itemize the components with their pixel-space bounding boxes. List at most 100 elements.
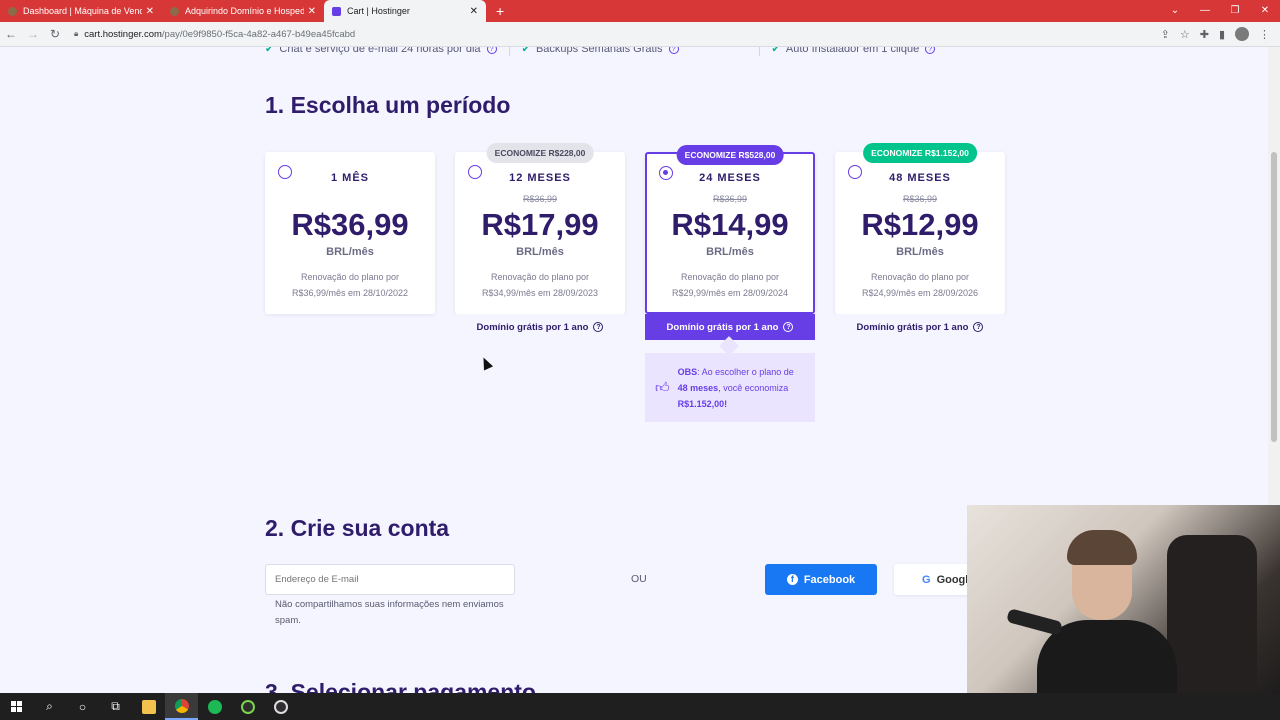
- tab-title: Cart | Hostinger: [347, 6, 410, 16]
- google-icon: G: [922, 573, 931, 586]
- hostinger-favicon-icon: [332, 6, 341, 16]
- search-icon[interactable]: ⌕: [33, 693, 66, 720]
- help-icon[interactable]: ?: [668, 47, 679, 54]
- plan-renewal: Renovação do plano por R$36,99/mês em 28…: [291, 272, 409, 298]
- bookmark-star-icon[interactable]: ☆: [1180, 28, 1190, 41]
- plan-renewal: Renovação do plano por R$24,99/mês em 28…: [861, 272, 979, 298]
- savings-badge: ECONOMIZE R$228,00: [486, 143, 594, 163]
- close-window-icon[interactable]: ✕: [1250, 0, 1280, 22]
- obs-label: OBS: [677, 366, 698, 377]
- share-icon[interactable]: ⇪: [1161, 28, 1170, 41]
- help-icon[interactable]: ?: [925, 47, 936, 54]
- check-icon: ✔: [265, 47, 274, 55]
- obs-studio-icon[interactable]: [264, 693, 297, 720]
- tab-dominio[interactable]: Adquirindo Domínio e Hospedage ✕: [162, 0, 324, 22]
- url-host: cart.hostinger.com: [84, 28, 162, 40]
- profile-avatar[interactable]: [1235, 27, 1249, 41]
- browser-tab-bar: Dashboard | Máquina de Vendas ✕ Adquirin…: [0, 0, 1280, 22]
- close-icon[interactable]: ✕: [146, 6, 154, 17]
- url-path: /pay/0e9f9850-f5ca-4a82-a467-b49ea45fcab…: [161, 28, 356, 40]
- thumbs-up-icon: 👍︎: [655, 379, 670, 395]
- plan-renewal: Renovação do plano por R$29,99/mês em 28…: [671, 272, 789, 298]
- task-view-icon[interactable]: ⧉: [99, 693, 132, 720]
- obs-text-2: , você economiza: [718, 382, 789, 393]
- restore-icon[interactable]: ❐: [1220, 0, 1250, 22]
- feature-item: ✔ Chat e serviço de e-mail 24 horas por …: [265, 47, 497, 56]
- tab-title: Dashboard | Máquina de Vendas: [23, 6, 142, 16]
- feature-item: ✔ Backups Semanais Grátis ?: [522, 47, 679, 56]
- favicon-icon: [170, 6, 179, 16]
- facebook-login-button[interactable]: f Facebook: [765, 564, 877, 595]
- free-domain-banner: Domínio grátis por 1 ano ?: [835, 314, 1005, 340]
- feature-label: Backups Semanais Grátis: [535, 47, 663, 55]
- tooltip-text: OBS: Ao escolher o plano de 48 meses, vo…: [678, 364, 805, 412]
- feature-item: ✔ Auto Instalador em 1 clique ?: [772, 47, 936, 56]
- tab-search-icon[interactable]: ⌄: [1160, 0, 1190, 22]
- check-icon: ✔: [771, 47, 780, 55]
- extensions-icon[interactable]: ✚: [1200, 28, 1209, 41]
- favicon-icon: [8, 6, 17, 16]
- plan-price: R$36,99: [291, 207, 409, 242]
- plan-period: 1 MÊS: [330, 172, 369, 184]
- savings-badge: ECONOMIZE R$1.152,00: [863, 143, 977, 163]
- facebook-icon: f: [786, 574, 798, 585]
- address-bar: ← → ↻ 🔒︎ cart.hostinger.com /pay/0e9f985…: [0, 22, 1280, 47]
- plan-unit: BRL/mês: [896, 246, 944, 258]
- plan-card-12-meses[interactable]: ECONOMIZE R$228,00 12 MESES R$36,99 R$17…: [455, 143, 625, 314]
- plan-period: 12 MESES: [509, 172, 571, 184]
- plan-unit: BRL/mês: [516, 246, 564, 258]
- menu-icon[interactable]: ⋮: [1259, 28, 1270, 41]
- file-explorer-icon[interactable]: [132, 693, 165, 720]
- reload-icon[interactable]: ↻: [44, 27, 66, 41]
- tab-title: Adquirindo Domínio e Hospedage: [185, 6, 304, 16]
- plan-price: R$17,99: [481, 207, 599, 242]
- help-icon[interactable]: ?: [593, 322, 604, 332]
- savings-tooltip: 👍︎ OBS: Ao escolher o plano de 48 meses,…: [645, 353, 815, 422]
- webcam-overlay: [967, 505, 1280, 693]
- free-domain-banner: Domínio grátis por 1 ano ?: [455, 314, 625, 340]
- plan-period: 24 MESES: [699, 172, 761, 184]
- close-icon[interactable]: ✕: [308, 6, 316, 17]
- help-icon[interactable]: ?: [486, 47, 497, 54]
- person-hair: [1067, 530, 1137, 565]
- check-icon: ✔: [521, 47, 530, 55]
- feature-label: Chat e serviço de e-mail 24 horas por di…: [279, 47, 481, 55]
- plan-unit: BRL/mês: [706, 246, 754, 258]
- tab-cart-hostinger[interactable]: Cart | Hostinger ✕: [324, 0, 486, 22]
- feature-list: ✔ Chat e serviço de e-mail 24 horas por …: [265, 47, 1005, 56]
- sidebar-icon[interactable]: ▮: [1219, 28, 1225, 41]
- back-icon[interactable]: ←: [0, 27, 22, 41]
- url-field[interactable]: 🔒︎ cart.hostinger.com /pay/0e9f9850-f5ca…: [74, 29, 1161, 40]
- obs-text-1: : Ao escolher o plano de: [697, 366, 794, 377]
- help-icon[interactable]: ?: [973, 322, 984, 332]
- plan-card-1-mes[interactable]: 1 MÊS R$36,99 BRL/mês Renovação do plano…: [265, 152, 435, 314]
- minimize-icon[interactable]: —: [1190, 0, 1220, 22]
- taskbar: ⌕ ○ ⧉: [0, 693, 1280, 720]
- domain-label: Domínio grátis por 1 ano: [476, 321, 589, 333]
- divider: [758, 47, 760, 56]
- tab-dashboard[interactable]: Dashboard | Máquina de Vendas ✕: [0, 0, 162, 22]
- plan-card-48-meses[interactable]: ECONOMIZE R$1.152,00 48 MESES R$36,99 R$…: [835, 143, 1005, 314]
- email-field[interactable]: [265, 564, 515, 595]
- cortana-icon[interactable]: ○: [66, 693, 99, 720]
- app-green-icon[interactable]: [231, 693, 264, 720]
- new-tab-button[interactable]: +: [486, 0, 514, 22]
- lock-icon: 🔒︎: [74, 29, 79, 38]
- chair-shape: [1167, 535, 1257, 693]
- section-title-payment: 3. Selecionar pagamento: [265, 679, 536, 693]
- plan-price: R$14,99: [671, 207, 789, 242]
- windows-start-icon[interactable]: [0, 693, 33, 720]
- microphone-shape: [1006, 608, 1063, 636]
- plan-old-price: R$36,99: [712, 194, 748, 204]
- spotify-icon[interactable]: [198, 693, 231, 720]
- close-icon[interactable]: ✕: [470, 6, 478, 17]
- domain-label: Domínio grátis por 1 ano: [856, 321, 969, 333]
- chrome-icon[interactable]: [165, 693, 198, 720]
- window-controls: ⌄ — ❐ ✕: [1160, 0, 1280, 22]
- help-icon[interactable]: ?: [783, 322, 794, 332]
- forward-icon[interactable]: →: [22, 27, 44, 41]
- savings-badge: ECONOMIZE R$528,00: [676, 145, 784, 165]
- plan-price: R$12,99: [861, 207, 979, 242]
- scrollbar-thumb[interactable]: [1271, 152, 1277, 442]
- plan-card-24-meses[interactable]: ECONOMIZE R$528,00 24 MESES R$36,99 R$14…: [645, 145, 815, 314]
